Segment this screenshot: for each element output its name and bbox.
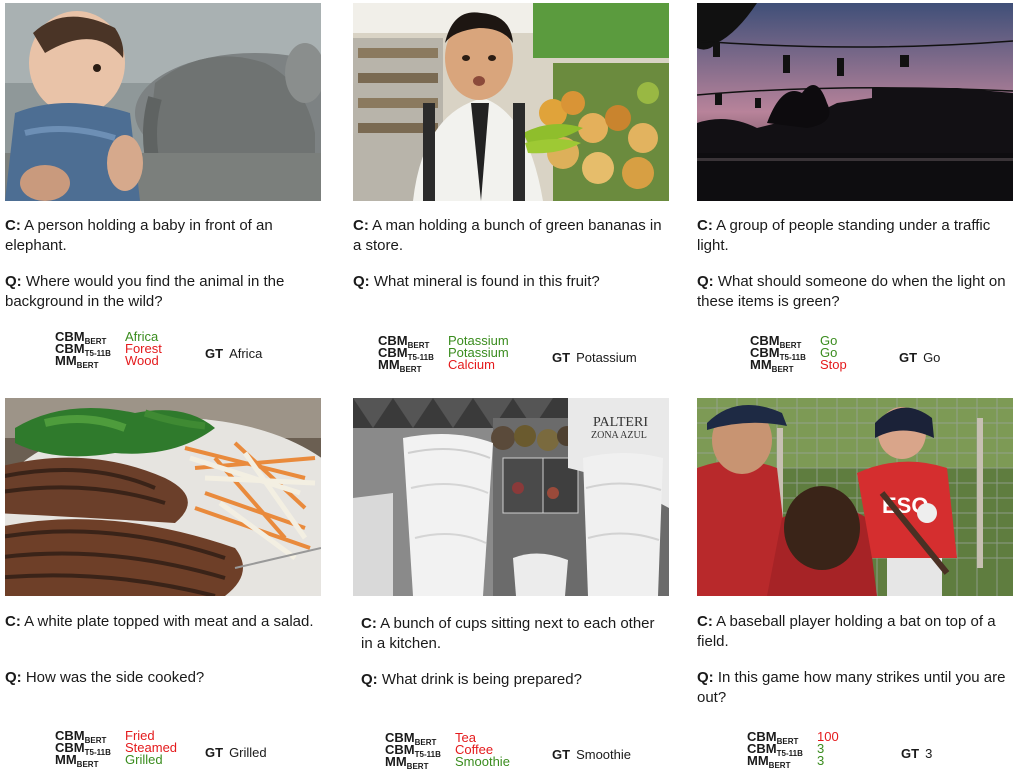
model-label: MMBERT [378,357,422,374]
ground-truth: GT Smoothie [552,747,631,762]
model-label: MMBERT [747,753,791,770]
question-text: Q: In this game how many strikes until y… [697,669,1006,706]
answer-wrong: Stop [820,357,847,372]
ground-truth: GT Grilled [205,745,267,760]
model-label: MMBERT [750,357,794,374]
caption-text: C: A white plate topped with meat and a … [5,613,314,630]
svg-text:PALTERI: PALTERI [593,415,648,430]
model-answers: CBMBERT 100 CBMT5-11B 3 MMBERT 3 [747,730,839,770]
question-text: Q: What mineral is found in this fruit? [353,273,600,290]
answer-wrong: Calcium [448,357,495,372]
answer-correct: Grilled [125,752,163,767]
ground-truth: GT Potassium [552,350,637,365]
model-answers: CBMBERT Go CBMT5-11B Go MMBERT Stop [750,334,847,374]
photo-cups: PALTERI ZONA AZUL [353,398,669,596]
answer-wrong: Wood [125,353,159,368]
model-answers: CBMBERT Africa CBMT5-11B Forest MMBERT Wood [55,330,162,370]
answer-correct: Smoothie [455,754,510,769]
question-text: Q: What drink is being prepared? [361,671,582,688]
answer-correct: 3 [817,753,825,768]
question-text: Q: How was the side cooked? [5,669,205,686]
caption-text: C: A person holding a baby in front of a… [5,217,273,254]
ground-truth: GT Africa [205,346,263,361]
model-answers: CBMBERT Potassium CBMT5-11B Potassium MMBE… [378,334,509,374]
caption-text: C: A baseball player holding a bat on to… [697,613,996,650]
question-text: Q: What should someone do when the light… [697,273,1006,310]
caption-text: C: A group of people standing under a tr… [697,217,991,254]
photo-baby-elephant [5,3,321,201]
ground-truth: GT Go [899,350,941,365]
question-text: Q: Where would you find the animal in th… [5,273,285,310]
photo-traffic-light [697,3,1013,201]
photo-baseball: ESO [697,398,1013,596]
model-label: MMBERT [385,754,429,771]
model-label: MMBERT [55,752,99,769]
caption-text: C: A bunch of cups sitting next to each … [361,615,655,652]
photo-bananas [353,3,669,201]
caption-text: C: A man holding a bunch of green banana… [353,217,662,254]
model-answers: CBMBERT Fried CBMT5-11B Steamed MMBERT Gril… [55,729,177,769]
model-answers: CBMBERT Tea CBMT5-11B Coffee MMBERT Smoothi… [385,731,510,771]
model-label: MMBERT [55,353,99,370]
photo-meat-salad [5,398,321,596]
svg-text:ZONA AZUL: ZONA AZUL [591,430,647,441]
ground-truth: GT 3 [901,746,933,761]
